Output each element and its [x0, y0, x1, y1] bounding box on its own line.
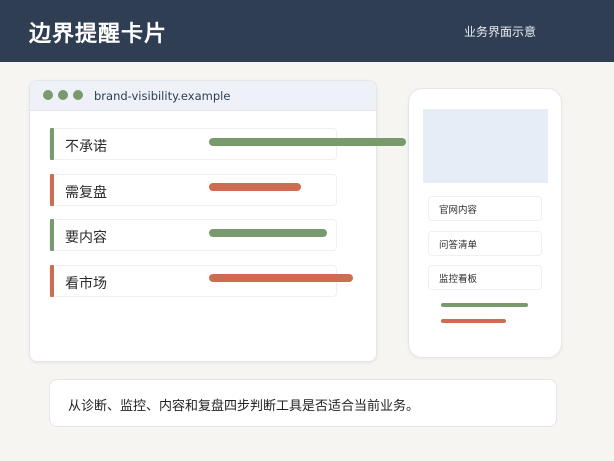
row-label: 需复盘: [65, 185, 107, 201]
row-accent-bar: [50, 265, 54, 297]
phone-item-website-content[interactable]: 官网内容: [428, 196, 542, 221]
row-accent-bar: [50, 219, 54, 251]
browser-url[interactable]: brand-visibility.example: [94, 89, 230, 103]
window-dot-icon[interactable]: [73, 90, 83, 100]
row-label: 看市场: [65, 276, 107, 292]
phone-hero-placeholder: [423, 109, 548, 183]
indicator-line: [209, 183, 301, 191]
page-subtitle: 业务界面示意: [463, 25, 536, 39]
row-label: 不承诺: [65, 139, 107, 155]
phone-item-label: 监控看板: [439, 274, 478, 285]
row-accent-bar: [50, 128, 54, 160]
caption-card: 从诊断、监控、内容和复盘四步判断工具是否适合当前业务。: [49, 379, 557, 427]
row-label: 要内容: [65, 230, 107, 246]
page-title: 边界提醒卡片: [29, 22, 168, 47]
phone-item-qa-list[interactable]: 问答清单: [428, 231, 542, 256]
browser-title-bar: brand-visibility.example: [30, 81, 376, 111]
phone-item-monitor-dashboard[interactable]: 监控看板: [428, 265, 542, 290]
caption-text: 从诊断、监控、内容和复盘四步判断工具是否适合当前业务。: [68, 399, 420, 414]
window-dot-icon[interactable]: [58, 90, 68, 100]
phone-indicator-line: [441, 303, 528, 307]
window-dot-icon[interactable]: [43, 90, 53, 100]
header: 边界提醒卡片 业务界面示意: [0, 0, 614, 62]
indicator-line: [209, 229, 327, 237]
phone-indicator-line: [441, 319, 506, 323]
row-accent-bar: [50, 174, 54, 206]
indicator-line: [209, 274, 353, 282]
phone-item-label: 官网内容: [439, 205, 478, 216]
browser-window: brand-visibility.example 不承诺 需复盘 要内容 看市场: [29, 80, 377, 362]
indicator-line: [209, 138, 406, 146]
phone-item-label: 问答清单: [439, 240, 478, 251]
phone-mockup: 官网内容 问答清单 监控看板: [408, 88, 562, 358]
